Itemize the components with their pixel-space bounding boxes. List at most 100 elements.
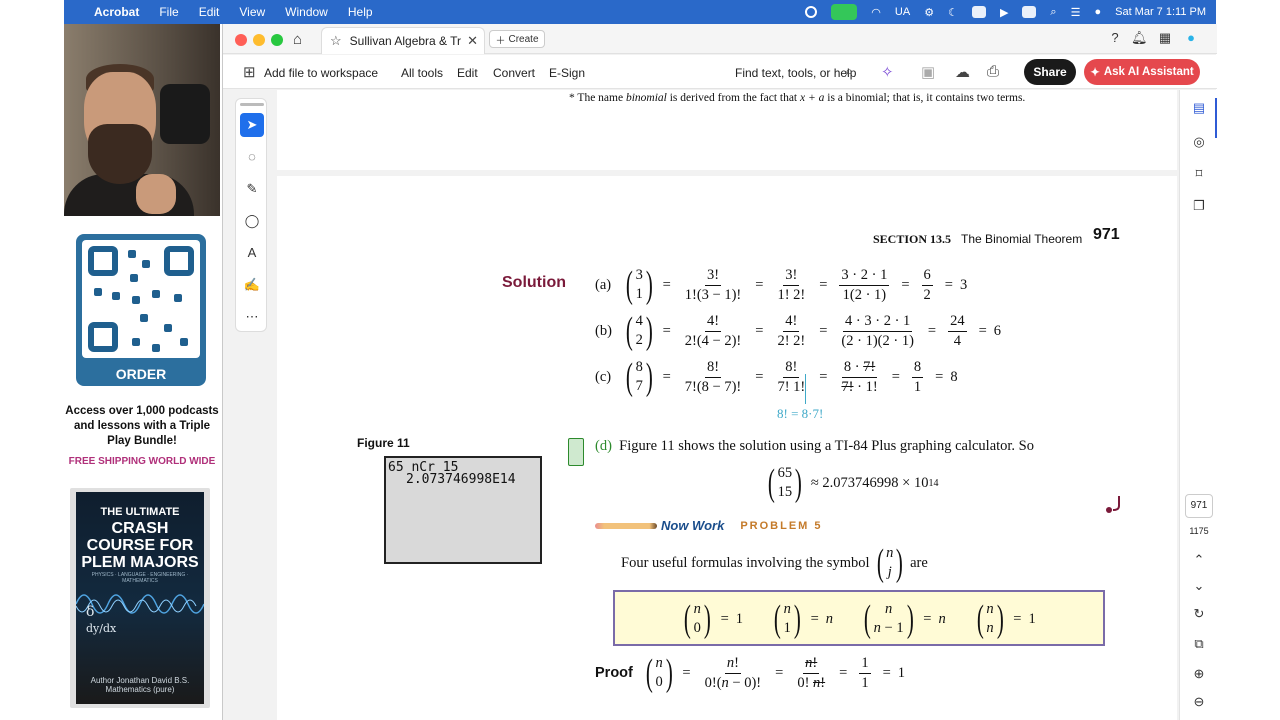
qr-order-card[interactable]: ORDER (76, 234, 206, 386)
pages-icon[interactable]: ❐ (1189, 198, 1209, 218)
now-work-banner: Now Work PROBLEM 5 (595, 518, 823, 533)
more-tools-icon[interactable]: ⋯ (240, 305, 264, 329)
pen-cursor-icon (1106, 496, 1120, 513)
search-icon[interactable]: ⌕ (845, 63, 853, 80)
calculator-icon (568, 438, 584, 466)
proof-label: Proof (595, 665, 633, 681)
menu-view[interactable]: View (239, 5, 265, 19)
book-title-line2: CRASH COURSE FOR PLEM MAJORS (81, 520, 199, 571)
shipping-text: FREE SHIPPING WORLD WIDE (68, 456, 216, 467)
highlight-pen-icon[interactable]: ✎ (240, 177, 264, 201)
menu-window[interactable]: Window (285, 5, 328, 19)
qr-code-icon (82, 240, 200, 358)
menu-app-acrobat[interactable]: Acrobat (94, 5, 139, 19)
chevron-down-icon[interactable]: ⌄ (1189, 578, 1209, 598)
scroll-accent (1215, 98, 1217, 138)
document-tab-title: Sullivan Algebra & Trig... (349, 34, 462, 48)
refresh-icon[interactable]: ↻ (1189, 606, 1209, 626)
annotation-toolbar: ➤ ◌ ✎ ◯ A ✍ ⋯ (235, 98, 267, 332)
current-page-field[interactable]: 971 (1185, 494, 1213, 518)
problem-reference[interactable]: PROBLEM 5 (740, 520, 822, 532)
chevron-up-icon[interactable]: ⌃ (1189, 552, 1209, 572)
print-icon[interactable]: ⎙ (987, 63, 999, 80)
ai-assistant-icon: ✦ (1090, 67, 1100, 79)
all-tools-button[interactable]: All tools (401, 66, 443, 80)
acrobat-window: ⌂ ☆ Sullivan Algebra & Trig... ✕ ＋ Creat… (222, 24, 1217, 720)
sign-icon[interactable]: ✍ (240, 273, 264, 297)
edit-button[interactable]: Edit (457, 66, 478, 80)
account-avatar[interactable]: ● (1183, 30, 1199, 46)
zoom-window-button[interactable] (271, 34, 283, 46)
zoom-in-icon[interactable]: ⊕ (1189, 666, 1209, 686)
menubar-clock[interactable]: Sat Mar 7 1:11 PM (1115, 6, 1206, 18)
comments-panel-icon[interactable]: ◎ (1189, 134, 1209, 154)
drag-handle[interactable] (240, 103, 264, 106)
add-file-icon[interactable]: ⊞ (243, 63, 256, 81)
draw-freehand-icon[interactable]: ◯ (240, 209, 264, 233)
book-author: Author Jonathan David B.S. Mathematics (… (90, 676, 190, 694)
person-hands (136, 174, 176, 214)
formula-list: (n 0) = 1 (n 1) = n (n n − 1) = n (n n) = 1 (683, 598, 1036, 640)
menu-edit[interactable]: Edit (199, 5, 220, 19)
useful-text: Four useful formulas involving the symbo… (621, 554, 870, 571)
page-fit-icon[interactable]: ⧉ (1189, 636, 1209, 656)
annotation-arrow (805, 374, 806, 404)
book-cover: THE ULTIMATE CRASH COURSE FOR PLEM MAJOR… (76, 492, 204, 704)
help-icon[interactable]: ? (1107, 30, 1123, 46)
bell-icon[interactable]: 🔔︎ (1131, 30, 1148, 46)
pdf-page-971: SECTION 13.5 The Binomial Theorem 971 So… (277, 176, 1177, 720)
close-window-button[interactable] (235, 34, 247, 46)
section-header: SECTION 13.5 The Binomial Theorem (873, 232, 1082, 247)
search-icon[interactable]: ⌕ (1050, 6, 1056, 19)
minimize-window-button[interactable] (253, 34, 265, 46)
upload-cloud-icon[interactable]: ☁ (955, 63, 970, 81)
create-button[interactable]: ＋ Create (489, 30, 545, 48)
document-tab[interactable]: ☆ Sullivan Algebra & Trig... ✕ (321, 27, 485, 54)
footnote-italic: binomial (625, 92, 667, 104)
play-icon[interactable]: ▶ (1000, 6, 1008, 19)
save-icon[interactable]: ▣ (921, 63, 935, 81)
ai-tools-icon[interactable]: ✧ (881, 63, 894, 81)
bookmark-icon[interactable]: ⌑ (1189, 166, 1209, 186)
apps-grid-icon[interactable]: ▦ (1157, 30, 1173, 46)
ask-ai-assistant-button[interactable]: ✦ Ask AI Assistant (1084, 59, 1200, 85)
section-label: SECTION 13.5 (873, 232, 952, 246)
wifi-icon[interactable]: ◠ (871, 6, 881, 19)
home-icon[interactable]: ⌂ (293, 31, 302, 48)
book-advert[interactable]: THE ULTIMATE CRASH COURSE FOR PLEM MAJOR… (70, 488, 210, 708)
share-button[interactable]: Share (1024, 59, 1076, 85)
record-icon[interactable] (805, 6, 818, 18)
document-viewport: * The name binomial is derived from the … (223, 90, 1217, 720)
webcam-feed (64, 24, 220, 216)
ai-summary-icon[interactable]: ▤ (1189, 100, 1209, 120)
moon-icon[interactable]: ☾ (948, 6, 958, 19)
add-file-to-workspace-button[interactable]: Add file to workspace (264, 66, 378, 80)
close-tab-icon[interactable]: ✕ (467, 33, 478, 49)
qr-order-label: ORDER (115, 366, 167, 382)
control-center-icon[interactable]: ☰ (1071, 6, 1081, 19)
text-box-icon[interactable]: A (240, 241, 264, 265)
menu-file[interactable]: File (159, 5, 178, 19)
siri-icon[interactable]: ● (1094, 6, 1101, 18)
facetime-icon[interactable] (831, 4, 858, 20)
zoom-out-icon[interactable]: ⊖ (1189, 694, 1209, 714)
battery-icon[interactable] (1022, 6, 1037, 18)
find-tools-button[interactable]: Find text, tools, or help (735, 66, 856, 80)
star-icon[interactable]: ☆ (330, 33, 342, 49)
convert-button[interactable]: Convert (493, 66, 535, 80)
input-source-indicator[interactable]: UA (895, 6, 910, 18)
total-pages: 1175 (1189, 526, 1209, 536)
esign-button[interactable]: E-Sign (549, 66, 585, 80)
gear-icon[interactable]: ⚙ (924, 6, 934, 19)
tab-bar: ⌂ ☆ Sullivan Algebra & Trig... ✕ ＋ Creat… (223, 24, 1217, 54)
equation-a: (a) (3 1) = 3! 1!(3 − 1)! = 3! 1! 2! = 3 · … (595, 264, 968, 306)
select-cursor-icon[interactable]: ➤ (240, 113, 264, 137)
comment-icon[interactable]: ◌ (240, 145, 264, 169)
macos-menubar: Acrobat File Edit View Window Help ◠ UA … (64, 0, 1216, 24)
footnote: * The name binomial is derived from the … (569, 92, 1025, 104)
display-icon[interactable] (971, 6, 986, 18)
promo-text: Access over 1,000 podcasts and lessons w… (65, 405, 219, 447)
menu-help[interactable]: Help (348, 5, 373, 19)
part-d-sentence: Figure 11 shows the solution using a TI-… (619, 438, 1035, 454)
pdf-page-prev: * The name binomial is derived from the … (277, 90, 1177, 170)
